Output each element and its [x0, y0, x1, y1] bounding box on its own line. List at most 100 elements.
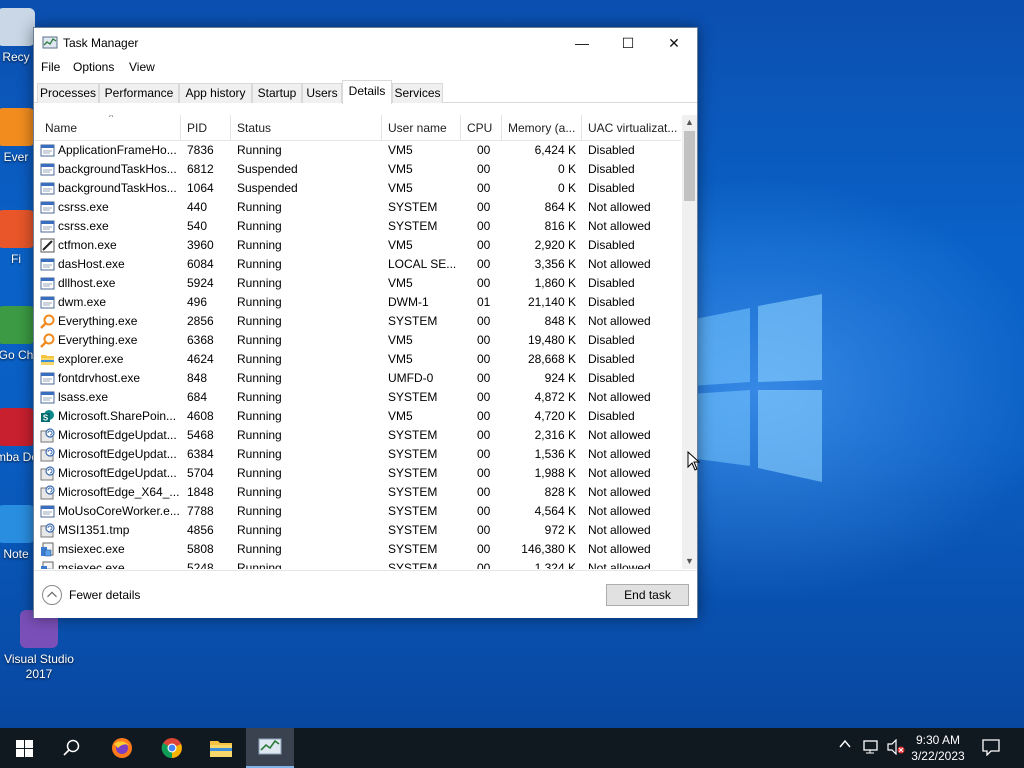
table-row[interactable]: csrss.exe 440 Running SYSTEM 00 864 K Not allo…: [34, 198, 681, 217]
system-clock[interactable]: 9:30 AM 3/22/2023: [904, 732, 972, 764]
cell-user-name: SYSTEM: [388, 504, 438, 518]
taskbar-file-explorer[interactable]: [197, 728, 245, 768]
updater-icon: [40, 466, 55, 481]
maximize-button[interactable]: ☐: [605, 28, 651, 58]
scroll-down-icon[interactable]: ▼: [682, 554, 697, 569]
cell-pid: 5704: [187, 466, 214, 480]
table-row[interactable]: MicrosoftEdgeUpdat... 6384 Running SYSTEM 00…: [34, 445, 681, 464]
table-row[interactable]: Everything.exe 2856 Running SYSTEM 00 848 K No…: [34, 312, 681, 331]
magnifier-icon: [40, 314, 55, 329]
table-row[interactable]: MicrosoftEdgeUpdat... 5468 Running SYSTEM 00…: [34, 426, 681, 445]
table-row[interactable]: ctfmon.exe 3960 Running VM5 00 2,920 K Disable…: [34, 236, 681, 255]
column-header-name[interactable]: ^ Name: [39, 115, 181, 141]
app-window-icon: [40, 504, 55, 519]
table-row[interactable]: backgroundTaskHos... 6812 Suspended VM5 00 0 …: [34, 160, 681, 179]
cell-name: fontdrvhost.exe: [58, 371, 141, 385]
tab-app-history[interactable]: App history: [179, 83, 252, 103]
tab-processes[interactable]: Processes: [37, 83, 99, 103]
desktop-icon[interactable]: Visual Studio 2017: [1, 610, 77, 682]
cell-cpu: 00: [477, 542, 491, 556]
menu-file[interactable]: File: [41, 60, 60, 74]
title-bar[interactable]: Task Manager — ☐ ✕: [34, 28, 697, 58]
cell-status: Running: [237, 238, 282, 252]
chevron-up-icon[interactable]: [42, 585, 62, 605]
table-row[interactable]: dwm.exe 496 Running DWM-1 01 21,140 K Disabled: [34, 293, 681, 312]
table-row[interactable]: msiexec.exe 5248 Running SYSTEM 00 1,324 K Not…: [34, 559, 681, 569]
cell-name: Microsoft.SharePoin...: [58, 409, 177, 423]
minimize-button[interactable]: —: [559, 28, 605, 58]
cell-status: Running: [237, 314, 282, 328]
column-header-memory[interactable]: Memory (a...: [502, 115, 582, 141]
taskbar-task-manager[interactable]: [246, 728, 294, 768]
updater-icon: [40, 523, 55, 538]
column-header-uac[interactable]: UAC virtualizat...: [582, 115, 681, 141]
network-icon[interactable]: [862, 739, 880, 758]
scroll-up-icon[interactable]: ▲: [682, 115, 697, 130]
search-icon: [63, 739, 80, 756]
table-row[interactable]: MSI1351.tmp 4856 Running SYSTEM 00 972 K Not a…: [34, 521, 681, 540]
taskbar-chrome[interactable]: [148, 728, 196, 768]
cell-status: Running: [237, 257, 282, 271]
cell-user-name: SYSTEM: [388, 314, 438, 328]
cell-uac: Disabled: [588, 371, 635, 385]
menu-bar: File Options View: [34, 57, 697, 79]
table-row[interactable]: dllhost.exe 5924 Running VM5 00 1,860 K Disabl…: [34, 274, 681, 293]
table-row[interactable]: lsass.exe 684 Running SYSTEM 00 4,872 K Not al…: [34, 388, 681, 407]
table-row[interactable]: backgroundTaskHos... 1064 Suspended VM5 00 0 …: [34, 179, 681, 198]
action-center-icon[interactable]: [982, 738, 1000, 759]
cell-pid: 1064: [187, 181, 214, 195]
menu-options[interactable]: Options: [73, 60, 114, 74]
cell-pid: 440: [187, 200, 208, 214]
table-row[interactable]: MicrosoftEdge_X64_... 1848 Running SYSTEM 00…: [34, 483, 681, 502]
tab-users[interactable]: Users: [302, 83, 342, 103]
table-row[interactable]: msiexec.exe 5808 Running SYSTEM 00 146,380 K N…: [34, 540, 681, 559]
cell-name: dllhost.exe: [58, 276, 116, 290]
details-grid: ^ Name PID Status User name CPU Memory (…: [34, 115, 681, 569]
cell-pid: 5248: [187, 561, 214, 569]
end-task-button[interactable]: End task: [606, 584, 689, 606]
cell-memory: 1,988 K: [534, 466, 576, 480]
desktop-icon-label: Visual Studio 2017: [4, 652, 74, 681]
table-row[interactable]: Everything.exe 6368 Running VM5 00 19,480 K Di…: [34, 331, 681, 350]
tab-details[interactable]: Details: [342, 80, 392, 104]
cell-status: Running: [237, 409, 282, 423]
cell-uac: Disabled: [588, 143, 635, 157]
table-row[interactable]: fontdrvhost.exe 848 Running UMFD-0 00 924 K Di…: [34, 369, 681, 388]
fewer-details-link[interactable]: Fewer details: [69, 588, 140, 602]
column-header-status[interactable]: Status: [231, 115, 382, 141]
volume-muted-icon[interactable]: [886, 738, 906, 758]
table-row[interactable]: dasHost.exe 6084 Running LOCAL SE... 00 3,356…: [34, 255, 681, 274]
tab-services[interactable]: Services: [392, 83, 443, 103]
tab-startup[interactable]: Startup: [252, 83, 302, 103]
cell-cpu: 00: [477, 371, 491, 385]
cell-status: Suspended: [237, 162, 298, 176]
cell-cpu: 00: [477, 200, 491, 214]
search-button[interactable]: [48, 728, 96, 768]
mouse-cursor-icon: [687, 451, 701, 471]
table-row[interactable]: S Microsoft.SharePoin... 4608 Running VM5 00 4…: [34, 407, 681, 426]
table-row[interactable]: ApplicationFrameHo... 7836 Running VM5 00 6,4…: [34, 141, 681, 160]
column-header-cpu[interactable]: CPU: [461, 115, 502, 141]
table-row[interactable]: MoUsoCoreWorker.e... 7788 Running SYSTEM 00 4…: [34, 502, 681, 521]
close-button[interactable]: ✕: [651, 28, 697, 58]
table-row[interactable]: explorer.exe 4624 Running VM5 00 28,668 K Disa…: [34, 350, 681, 369]
chevron-up-tray-icon[interactable]: [838, 737, 852, 754]
taskbar-firefox[interactable]: [98, 728, 146, 768]
vertical-scrollbar[interactable]: ▲ ▼: [682, 115, 697, 569]
cell-uac: Not allowed: [588, 542, 651, 556]
table-row[interactable]: MicrosoftEdgeUpdat... 5704 Running SYSTEM 00…: [34, 464, 681, 483]
scrollbar-thumb[interactable]: [684, 131, 695, 201]
cell-uac: Disabled: [588, 181, 635, 195]
column-header-pid[interactable]: PID: [181, 115, 231, 141]
tab-performance[interactable]: Performance: [99, 83, 179, 103]
updater-icon: [40, 447, 55, 462]
cell-user-name: DWM-1: [388, 295, 429, 309]
app-window-icon: [40, 219, 55, 234]
menu-view[interactable]: View: [129, 60, 155, 74]
column-header-user-name[interactable]: User name: [382, 115, 461, 141]
cell-memory: 21,140 K: [527, 295, 576, 309]
sharepoint-icon: S: [40, 409, 55, 424]
table-row[interactable]: csrss.exe 540 Running SYSTEM 00 816 K Not allo…: [34, 217, 681, 236]
start-button[interactable]: [0, 728, 48, 768]
cell-status: Running: [237, 352, 282, 366]
